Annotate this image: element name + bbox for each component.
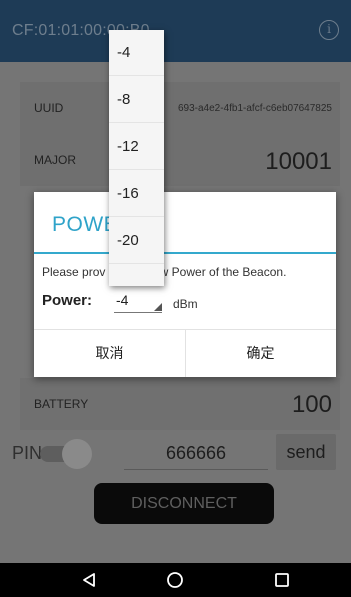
battery-label: BATTERY [34,397,89,411]
dialog-message-left: Please prov [42,265,106,279]
major-value: 10001 [265,148,332,175]
pin-toggle-thumb[interactable] [62,439,92,469]
major-row[interactable]: MAJOR 10001 [20,134,340,186]
dropdown-option[interactable]: -8 [109,77,164,123]
power-spinner[interactable]: -4 [112,291,162,313]
power-unit: dBm [173,297,198,311]
power-label: Power: [42,292,93,309]
app-bar: CF:01:01:00:00:B0 i [0,0,351,62]
info-icon[interactable]: i [319,20,339,40]
dropdown-option-label: -8 [117,91,131,108]
dropdown-option-label: -12 [117,138,139,155]
dropdown-option[interactable]: -16 [109,171,164,217]
spinner-underline [114,312,162,313]
send-button[interactable]: send [276,434,336,470]
battery-value: 100 [291,391,332,418]
uuid-label: UUID [34,101,64,115]
power-spinner-value: -4 [116,292,129,308]
dropdown-option[interactable]: -20 [109,218,164,264]
uuid-value: 693-a4e2-4fb1-afcf-c6eb07647825 [177,103,332,114]
cancel-button[interactable]: 取消 [34,330,185,377]
dialog-title-divider [34,252,336,254]
spinner-corner-icon [154,303,162,311]
back-triangle-icon[interactable] [58,563,118,597]
major-label: MAJOR [34,153,76,167]
recent-square-icon[interactable] [252,563,312,597]
ok-button[interactable]: 确定 [185,330,336,377]
disconnect-button[interactable]: DISCONNECT [94,483,274,524]
dialog-message-right: ew Power of the Beacon. [153,265,287,279]
dropdown-option-label: -20 [117,232,139,249]
dropdown-option-label: -4 [117,44,131,61]
dropdown-option-label: -16 [117,185,139,202]
dropdown-option[interactable]: -12 [109,124,164,170]
power-dialog: POWE Please prov ew Power of the Beacon.… [34,192,336,377]
uuid-row[interactable]: UUID 693-a4e2-4fb1-afcf-c6eb07647825 [20,82,340,134]
pin-input-value: 666666 [165,443,227,463]
home-circle-icon[interactable] [145,563,205,597]
dropdown-option[interactable]: -4 [109,30,164,76]
navigation-bar [0,563,351,597]
pin-input[interactable]: 666666 [124,436,268,470]
battery-row[interactable]: BATTERY 100 [20,378,340,430]
pin-row: PIN: 666666 send [0,430,351,476]
power-dropdown-list[interactable]: -4 -8 -12 -16 -20 [109,30,164,286]
